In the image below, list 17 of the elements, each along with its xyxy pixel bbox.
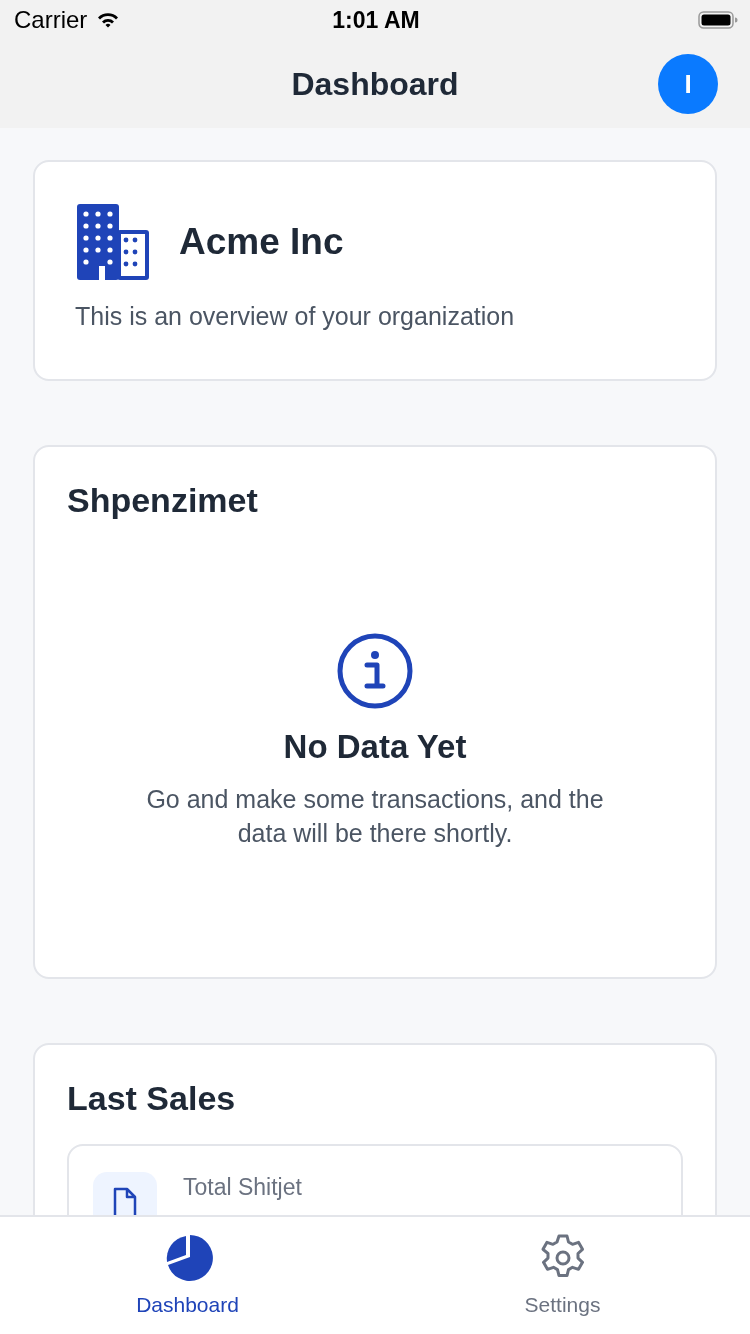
organization-description: This is an overview of your organization: [75, 302, 516, 331]
sales-item-label: Total Shitjet: [183, 1174, 302, 1201]
clock-time: 1:01 AM: [332, 6, 420, 34]
organization-name: Acme Inc: [179, 221, 344, 263]
card-title: Shpenzimet: [67, 481, 259, 520]
empty-state-message: Go and make some transactions, and the data will be there shortly.: [145, 784, 605, 849]
wifi-icon: [97, 12, 120, 28]
building-icon: [77, 204, 149, 280]
carrier-label: Carrier: [14, 6, 88, 34]
battery-icon: [698, 10, 738, 30]
avatar-button[interactable]: I: [658, 54, 718, 114]
card-title: Last Sales: [67, 1079, 237, 1118]
empty-state-title: No Data Yet: [283, 728, 467, 766]
page-title: Dashboard: [291, 65, 459, 103]
tab-bar-item[interactable]: Settings: [375, 1217, 750, 1334]
info-icon: [336, 632, 414, 710]
tab-bar-item[interactable]: Dashboard: [0, 1217, 375, 1334]
